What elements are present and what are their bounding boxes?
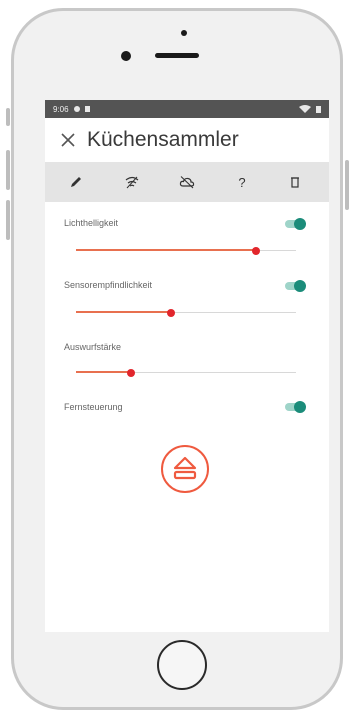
wifi-icon [125,176,139,189]
status-time: 9:06 [53,104,69,114]
delete-button[interactable] [285,172,305,192]
app-header: Küchensammler [45,118,329,162]
toolbar: ? [45,162,329,202]
settings-gear-icon [73,106,80,112]
power-button [345,160,349,210]
edit-button[interactable] [66,172,86,192]
toggle-knob [294,218,306,230]
eject-strength-slider[interactable] [76,368,296,378]
eject-button[interactable] [161,445,209,493]
page-title: Küchensammler [87,128,239,151]
wifi-button[interactable] [122,172,142,192]
app-screen: 9:06 Küchensammler ? Lichthelligkeit Sen… [45,100,329,632]
sensitivity-toggle[interactable] [285,280,307,292]
cloud-off-icon [179,176,195,189]
slider-fill [76,249,257,251]
brightness-slider[interactable] [76,246,296,256]
eject-icon [173,456,197,480]
slider-thumb[interactable] [127,369,135,377]
sensitivity-slider[interactable] [76,308,296,318]
silent-switch [6,108,10,126]
battery-icon [316,106,321,113]
slider-fill [76,311,171,313]
brightness-label: Lichthelligkeit [64,218,119,228]
slider-fill [76,371,131,373]
earpiece-speaker [155,53,199,58]
toggle-knob [294,280,306,292]
help-button[interactable]: ? [232,172,252,192]
status-bar: 9:06 [45,100,329,118]
pencil-icon [71,177,81,187]
slider-thumb[interactable] [166,309,175,317]
volume-up-button [6,150,10,190]
help-icon: ? [238,174,246,190]
remote-control-label: Fernsteuerung [64,402,123,412]
toggle-knob [294,401,306,413]
sensitivity-label: Sensorempfindlichkeit [64,280,153,290]
eject-strength-label: Auswurfstärke [64,342,122,352]
brightness-toggle[interactable] [285,218,307,230]
remote-control-toggle[interactable] [285,401,307,413]
home-button[interactable] [157,640,207,690]
close-icon[interactable] [59,131,77,149]
camera-dot [181,30,187,36]
front-camera [121,51,131,61]
volume-down-button [6,200,10,240]
trash-icon [291,177,299,188]
slider-thumb[interactable] [252,247,261,255]
wifi-signal-icon [299,105,311,113]
notification-icon [84,106,90,112]
cloud-sync-button[interactable] [177,172,197,192]
